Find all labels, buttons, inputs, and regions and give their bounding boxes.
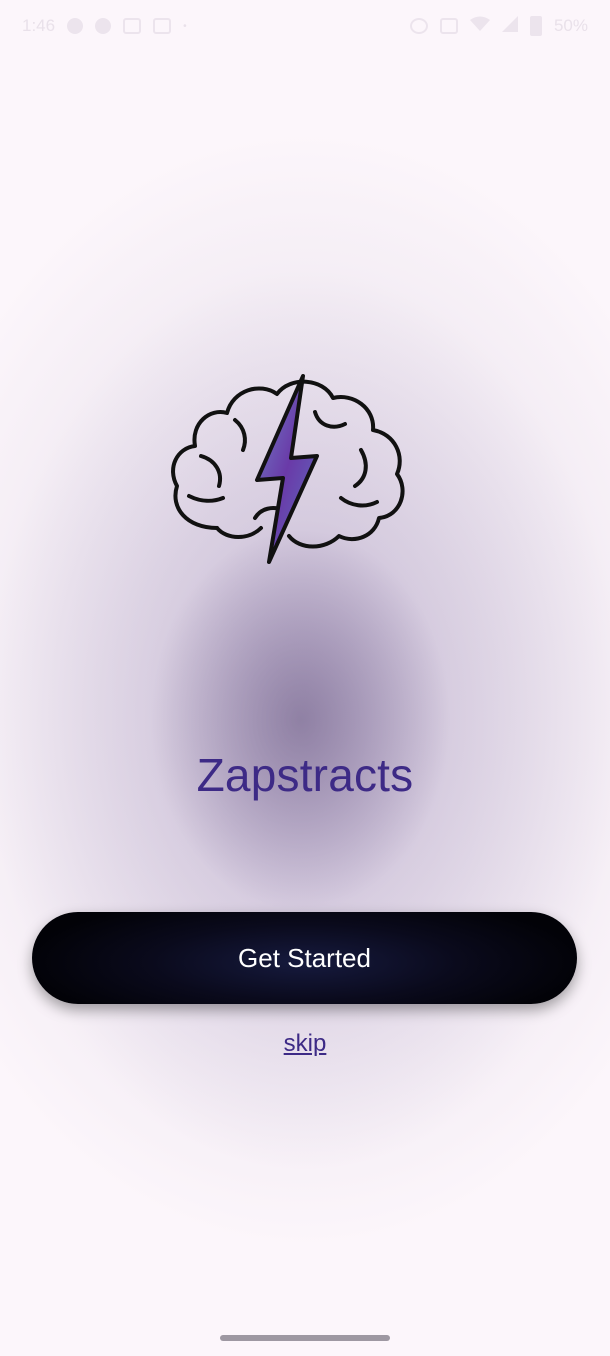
home-indicator[interactable] bbox=[220, 1335, 390, 1341]
skip-link[interactable]: skip bbox=[0, 1030, 610, 1058]
app-title: Zapstracts bbox=[196, 749, 414, 801]
wifi-icon bbox=[469, 16, 490, 37]
status-bar: 1:46 • 50% bbox=[0, 0, 610, 52]
instagram-notification-icon bbox=[123, 18, 142, 34]
get-started-button[interactable]: Get Started bbox=[32, 912, 577, 1004]
more-notifications-icon: • bbox=[183, 20, 187, 32]
battery-level: 50% bbox=[553, 16, 588, 35]
signal-icon bbox=[501, 15, 518, 37]
alarm-icon bbox=[409, 18, 428, 34]
background-glow bbox=[0, 0, 610, 1356]
status-bar-left: 1:46 • bbox=[22, 16, 187, 36]
app-logo bbox=[165, 368, 411, 573]
brain-lightning-icon bbox=[171, 374, 405, 564]
battery-icon bbox=[529, 16, 542, 36]
status-bar-right: 50% bbox=[409, 15, 588, 37]
vibrate-icon bbox=[439, 18, 458, 34]
settings-notification-icon bbox=[95, 18, 112, 34]
status-time: 1:46 bbox=[22, 16, 56, 35]
chat-notification-icon bbox=[67, 18, 84, 34]
lock-notification-icon bbox=[153, 18, 172, 34]
get-started-label: Get Started bbox=[238, 942, 371, 973]
